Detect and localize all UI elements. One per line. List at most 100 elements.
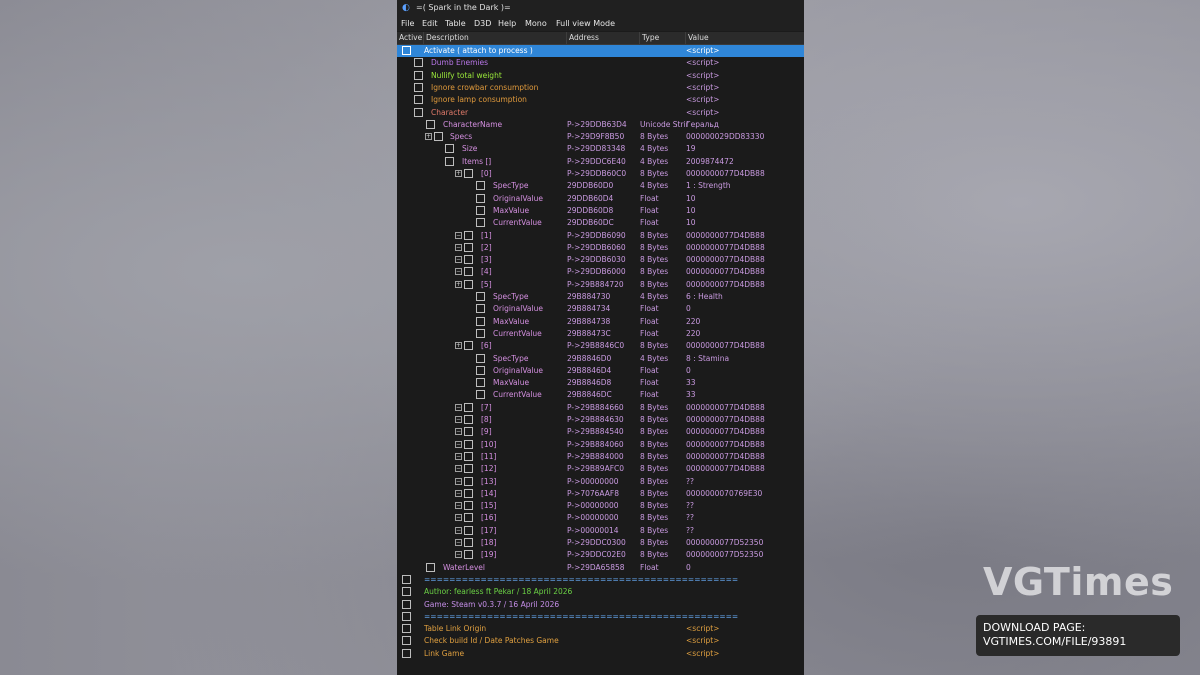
active-checkbox[interactable] <box>464 427 473 437</box>
active-checkbox[interactable] <box>476 328 485 338</box>
col-active[interactable]: Active <box>397 32 422 44</box>
collapse-icon[interactable]: − <box>455 489 462 497</box>
collapse-icon[interactable]: − <box>455 256 462 264</box>
active-checkbox[interactable] <box>464 415 473 424</box>
active-checkbox[interactable] <box>464 341 473 351</box>
table-row[interactable]: SpecType 29DDB60D0 4 Bytes 1 : Strength <box>397 180 804 192</box>
active-checkbox[interactable] <box>402 575 411 584</box>
table-row[interactable]: − [7] P->29B884660 8 Bytes 0000000077D4DB88 <box>397 402 804 414</box>
table-row[interactable]: Check build Id / Date Patches Game <scrip… <box>397 635 804 647</box>
collapse-icon[interactable]: − <box>455 452 462 460</box>
table-row[interactable]: − [18] P->29DDC0300 8 Bytes 0000000077D52350 <box>397 537 804 549</box>
table-row[interactable]: Ignore lamp consumption <script> <box>397 94 804 106</box>
active-checkbox[interactable] <box>476 218 485 228</box>
table-row[interactable]: − [12] P->29B89AFC0 8 Bytes 0000000077D4DB88 <box>397 463 804 475</box>
active-checkbox[interactable] <box>402 636 411 646</box>
table-row[interactable]: Items [] P->29DDC6E40 4 Bytes 2009874472 <box>397 156 804 168</box>
active-checkbox[interactable] <box>464 242 473 252</box>
table-row[interactable]: OriginalValue 29B884734 Float 0 <box>397 303 804 315</box>
menu-table[interactable]: Table <box>445 16 466 31</box>
table-row[interactable]: − [1] P->29DDB6090 8 Bytes 0000000077D4DB88 <box>397 230 804 242</box>
active-checkbox[interactable] <box>476 304 485 314</box>
collapse-icon[interactable]: − <box>455 440 462 448</box>
collapse-icon[interactable]: − <box>455 416 462 423</box>
table-row[interactable]: − [14] P->7076AAF8 8 Bytes 0000000070769E30 <box>397 488 804 500</box>
table-row[interactable]: Dumb Enemies <script> <box>397 57 804 69</box>
active-checkbox[interactable] <box>402 648 411 658</box>
table-row[interactable]: − [10] P->29B884060 8 Bytes 0000000077D4DB88 <box>397 439 804 451</box>
table-row[interactable]: + [6] P->29B8846C0 8 Bytes 0000000077D4DB88 <box>397 340 804 352</box>
active-checkbox[interactable] <box>464 550 473 560</box>
table-row[interactable]: SpecType 29B884730 4 Bytes 6 : Health <box>397 291 804 303</box>
active-checkbox[interactable] <box>464 451 473 461</box>
table-row[interactable]: Game: Steam v0.3.7 / 16 April 2026 <box>397 599 804 611</box>
expand-icon[interactable]: + <box>455 342 462 350</box>
collapse-icon[interactable]: − <box>455 514 462 522</box>
table-row[interactable]: + [5] P->29B884720 8 Bytes 0000000077D4DB88 <box>397 279 804 291</box>
active-checkbox[interactable] <box>476 365 485 375</box>
active-checkbox[interactable] <box>414 95 423 105</box>
table-row[interactable]: − [13] P->00000000 8 Bytes?? <box>397 476 804 488</box>
active-checkbox[interactable] <box>464 255 473 265</box>
active-checkbox[interactable] <box>414 82 423 92</box>
active-checkbox[interactable] <box>464 230 473 240</box>
active-checkbox[interactable] <box>476 378 485 388</box>
active-checkbox[interactable] <box>414 70 423 80</box>
active-checkbox[interactable] <box>426 119 435 129</box>
collapse-icon[interactable]: − <box>455 428 462 436</box>
collapse-icon[interactable]: − <box>455 231 462 239</box>
table-row[interactable]: Character <script> <box>397 107 804 119</box>
active-checkbox[interactable] <box>476 205 485 215</box>
table-row[interactable]: − [3] P->29DDB6030 8 Bytes 0000000077D4DB88 <box>397 254 804 266</box>
expand-icon[interactable]: + <box>455 280 462 288</box>
active-checkbox[interactable] <box>476 193 485 203</box>
table-row[interactable]: CurrentValue 29B88473C Float 220 <box>397 328 804 340</box>
table-row[interactable]: SpecType 29B8846D0 4 Bytes 8 : Stamina <box>397 353 804 365</box>
table-row[interactable]: Nullify total weight <script> <box>397 70 804 82</box>
table-row[interactable]: − [2] P->29DDB6060 8 Bytes 0000000077D4DB88 <box>397 242 804 254</box>
table-row[interactable]: CurrentValue 29B8846DC Float 33 <box>397 389 804 401</box>
collapse-icon[interactable]: − <box>455 551 462 559</box>
table-row[interactable]: ========================================… <box>397 611 804 623</box>
table-row[interactable]: ========================================… <box>397 574 804 586</box>
table-row[interactable]: MaxValue 29DDB60D8 Float 10 <box>397 205 804 217</box>
active-checkbox[interactable] <box>476 181 485 191</box>
menu-full-view-mode[interactable]: Full view Mode <box>556 16 615 31</box>
active-checkbox[interactable] <box>402 587 411 597</box>
active-checkbox[interactable] <box>464 525 473 535</box>
col-value[interactable]: Value <box>685 32 804 44</box>
table-row[interactable]: Size P->29DD83348 4 Bytes 19 <box>397 143 804 155</box>
table-row[interactable]: Activate ( attach to process ) <script> <box>397 45 804 57</box>
collapse-icon[interactable]: − <box>455 539 462 546</box>
table-row[interactable]: + [0] P->29DDB60C0 8 Bytes 0000000077D4DB88 <box>397 168 804 180</box>
table-row[interactable]: Author: fearless ft Pekar / 18 April 202… <box>397 586 804 598</box>
active-checkbox[interactable] <box>464 267 473 277</box>
active-checkbox[interactable] <box>464 501 473 511</box>
menu-help[interactable]: Help <box>498 16 516 31</box>
active-checkbox[interactable] <box>464 538 473 547</box>
collapse-icon[interactable]: − <box>455 526 462 534</box>
expand-icon[interactable]: + <box>425 133 432 141</box>
col-description[interactable]: Description <box>423 32 566 44</box>
active-checkbox[interactable] <box>434 132 443 142</box>
table-row[interactable]: CharacterName P->29DDB63D4 Unicode Strir Ге… <box>397 119 804 131</box>
table-row[interactable]: − [19] P->29DDC02E0 8 Bytes 0000000077D52350 <box>397 549 804 561</box>
active-checkbox[interactable] <box>414 58 423 68</box>
menu-edit[interactable]: Edit <box>422 16 438 31</box>
collapse-icon[interactable]: − <box>455 502 462 510</box>
col-address[interactable]: Address <box>566 32 639 44</box>
active-checkbox[interactable] <box>464 513 473 523</box>
active-checkbox[interactable] <box>414 107 423 117</box>
active-checkbox[interactable] <box>402 46 411 55</box>
table-row[interactable]: OriginalValue 29DDB60D4 Float 10 <box>397 193 804 205</box>
active-checkbox[interactable] <box>426 562 435 572</box>
active-checkbox[interactable] <box>402 624 411 634</box>
table-row[interactable]: Link Game <script> <box>397 648 804 660</box>
menu-file[interactable]: File <box>401 16 414 31</box>
collapse-icon[interactable]: − <box>455 465 462 473</box>
active-checkbox[interactable] <box>476 390 485 400</box>
table-row[interactable]: − [9] P->29B884540 8 Bytes 0000000077D4DB88 <box>397 426 804 438</box>
active-checkbox[interactable] <box>402 599 411 609</box>
active-checkbox[interactable] <box>464 488 473 498</box>
table-row[interactable]: − [17] P->00000014 8 Bytes?? <box>397 525 804 537</box>
